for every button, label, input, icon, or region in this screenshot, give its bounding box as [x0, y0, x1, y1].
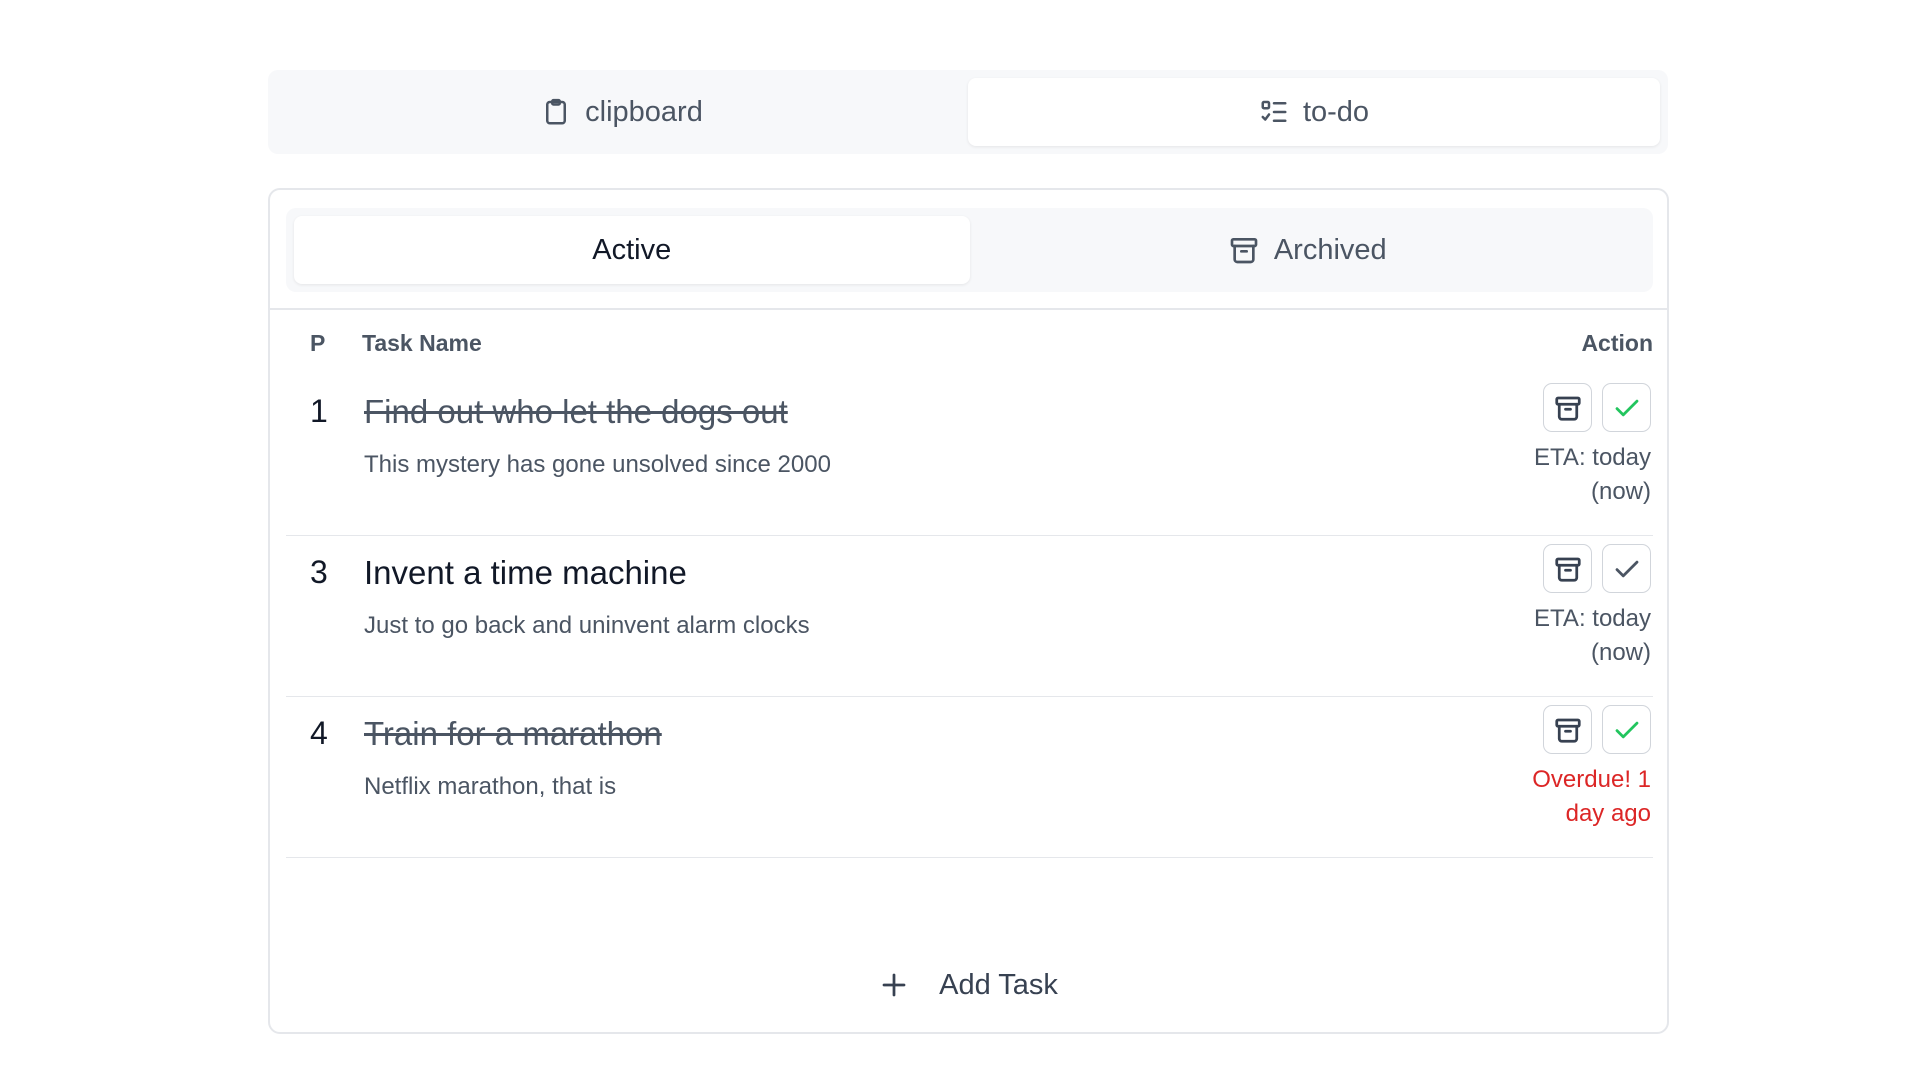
task-eta: ETA: today (now)	[1491, 441, 1651, 509]
header-priority: P	[310, 330, 326, 356]
tab-archived[interactable]: Archived	[970, 216, 1646, 284]
archive-icon	[1230, 238, 1258, 264]
tab-clipboard[interactable]: clipboard	[276, 78, 968, 146]
task-actions	[1543, 705, 1651, 754]
archive-task-button[interactable]	[1543, 544, 1592, 593]
tab-clipboard-label: clipboard	[585, 95, 703, 128]
complete-task-button[interactable]	[1602, 544, 1651, 593]
tab-active[interactable]: Active	[294, 216, 970, 284]
divider	[270, 308, 1667, 310]
check-icon	[1615, 721, 1638, 738]
task-eta-line1: ETA: today	[1534, 444, 1651, 471]
archive-task-button[interactable]	[1543, 383, 1592, 432]
task-eta-line1: ETA: today	[1534, 605, 1651, 632]
archive-icon	[1554, 718, 1581, 743]
complete-task-button[interactable]	[1602, 705, 1651, 754]
app-tab-bar: clipboard to-do	[268, 70, 1668, 154]
todo-card: Active Archived P Task Name Action 1 Fin…	[268, 188, 1669, 1034]
list-checks-icon	[1261, 100, 1287, 122]
task-priority: 4	[310, 715, 328, 751]
table-header: P Task Name Action	[286, 330, 1653, 370]
table-row: 1 Find out who let the dogs out This mys…	[286, 375, 1653, 536]
task-eta-overdue: Overdue! 1 day ago	[1491, 763, 1651, 831]
plus-icon	[882, 973, 906, 997]
task-eta-line2: day ago	[1565, 800, 1651, 827]
task-title[interactable]: Find out who let the dogs out	[364, 393, 788, 431]
tab-todo-label: to-do	[1302, 95, 1370, 128]
task-list: 1 Find out who let the dogs out This mys…	[286, 375, 1653, 858]
task-eta-line2: (now)	[1590, 639, 1651, 666]
table-row: 4 Train for a marathon Netflix marathon,…	[286, 697, 1653, 858]
task-eta-line2: (now)	[1590, 478, 1651, 505]
task-actions	[1543, 383, 1651, 432]
task-description: This mystery has gone unsolved since 200…	[364, 451, 831, 478]
task-actions	[1543, 544, 1651, 593]
table-row: 3 Invent a time machine Just to go back …	[286, 536, 1653, 697]
tab-todo[interactable]: to-do	[968, 78, 1660, 146]
task-eta-line1: Overdue! 1	[1532, 766, 1651, 793]
tab-active-label: Active	[592, 233, 672, 266]
tab-archived-label: Archived	[1273, 233, 1387, 266]
header-task-name: Task Name	[362, 330, 482, 356]
add-task-label: Add Task	[939, 968, 1058, 1001]
task-eta: ETA: today (now)	[1491, 602, 1651, 670]
add-task-button[interactable]: Add Task	[270, 960, 1667, 1010]
task-description: Netflix marathon, that is	[364, 773, 617, 800]
task-filter-tabs: Active Archived	[286, 208, 1653, 292]
archive-icon	[1554, 557, 1581, 582]
clipboard-icon	[546, 98, 567, 125]
complete-task-button[interactable]	[1602, 383, 1651, 432]
archive-icon	[1554, 396, 1581, 421]
task-title[interactable]: Invent a time machine	[364, 554, 687, 592]
task-priority: 1	[310, 393, 328, 429]
task-priority: 3	[310, 554, 328, 590]
header-action: Action	[1581, 330, 1653, 356]
check-icon	[1615, 399, 1638, 416]
archive-task-button[interactable]	[1543, 705, 1592, 754]
task-title[interactable]: Train for a marathon	[364, 715, 662, 753]
task-description: Just to go back and uninvent alarm clock…	[364, 612, 810, 639]
check-icon	[1615, 560, 1638, 577]
